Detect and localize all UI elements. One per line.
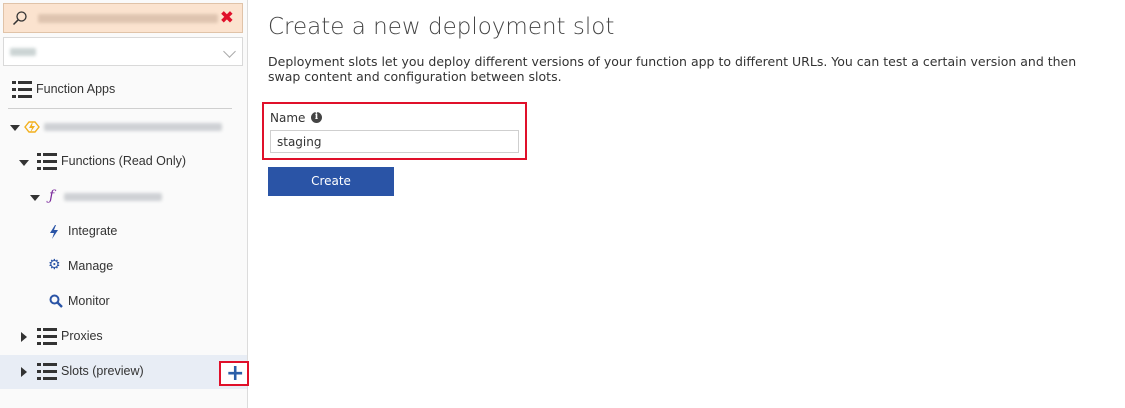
list-icon <box>12 81 32 99</box>
tree-item-functions[interactable]: Functions (Read Only) <box>0 145 247 179</box>
expand-triangle-icon[interactable] <box>19 160 29 166</box>
plus-icon: + <box>226 361 245 386</box>
list-icon <box>37 328 57 346</box>
list-icon <box>37 153 57 171</box>
divider <box>8 108 232 109</box>
expand-triangle-icon[interactable] <box>30 195 40 201</box>
search-icon <box>12 11 27 26</box>
list-icon <box>37 363 57 381</box>
collapse-triangle-icon[interactable] <box>21 367 27 377</box>
name-field-group: Name i <box>262 102 527 160</box>
tree-item-slots[interactable]: Slots (preview) <box>0 355 247 389</box>
tree-item-label: Functions (Read Only) <box>61 154 187 168</box>
page-description: Deployment slots let you deploy differen… <box>268 54 1077 84</box>
tree-item-label: Function Apps <box>36 82 116 96</box>
gear-icon: ⚙ <box>48 257 61 273</box>
tree-item-manage[interactable]: ⚙ Manage <box>0 250 247 284</box>
slot-name-input[interactable] <box>270 130 519 153</box>
tree-item-label: Proxies <box>61 329 103 343</box>
tree-item-monitor[interactable]: Monitor <box>0 285 247 319</box>
function-name <box>64 193 162 201</box>
subscription-select-value <box>10 48 36 56</box>
name-label: Name <box>270 111 306 125</box>
sidebar: ✖ Function Apps Functions (Read Only) ƒ … <box>0 0 249 408</box>
tree-item-label: Slots (preview) <box>61 364 144 378</box>
search-input[interactable] <box>38 14 218 23</box>
expand-triangle-icon[interactable] <box>10 125 20 131</box>
tree-item-proxies[interactable]: Proxies <box>0 320 247 354</box>
function-app-name <box>44 123 222 131</box>
tree-item-label: Monitor <box>68 294 110 308</box>
clear-search-icon[interactable]: ✖ <box>220 8 234 28</box>
add-slot-button[interactable]: + <box>219 361 249 386</box>
tree-item-function[interactable]: ƒ <box>0 180 247 214</box>
collapse-triangle-icon[interactable] <box>21 332 27 342</box>
function-icon: ƒ <box>49 188 55 204</box>
tree-item-label: Integrate <box>68 224 118 238</box>
search-box[interactable]: ✖ <box>3 3 243 33</box>
function-app-icon <box>24 121 40 133</box>
lightning-icon <box>50 225 58 239</box>
tree-item-label: Manage <box>68 259 114 273</box>
tree-item-integrate[interactable]: Integrate <box>0 215 247 249</box>
chevron-down-icon <box>223 45 236 58</box>
tree-item-function-apps[interactable]: Function Apps <box>0 73 247 107</box>
page-title: Create a new deployment slot <box>268 14 615 40</box>
subscription-select[interactable] <box>3 37 243 66</box>
search-icon <box>49 294 63 308</box>
create-button[interactable]: Create <box>268 167 394 196</box>
tree-item-function-app[interactable] <box>0 110 247 144</box>
info-icon[interactable]: i <box>311 112 322 123</box>
